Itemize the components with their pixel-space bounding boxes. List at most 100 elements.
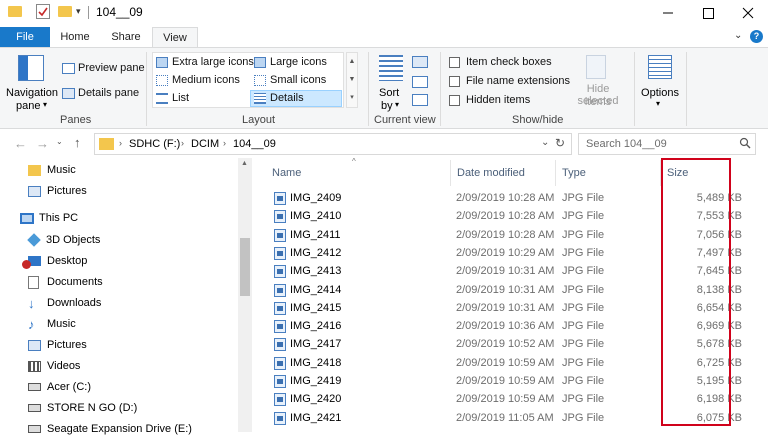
- back-icon[interactable]: ←: [14, 136, 27, 151]
- nav-item-label: Seagate Expansion Drive (E:): [47, 423, 192, 435]
- properties-icon[interactable]: [36, 4, 50, 19]
- recent-locations-icon[interactable]: ⌄: [56, 137, 63, 146]
- preview-pane-icon: [62, 62, 75, 74]
- nav-item-music-2[interactable]: ♪ Music: [28, 315, 76, 333]
- sort-indicator-icon: ^: [352, 157, 356, 166]
- size-columns-icon[interactable]: [412, 94, 428, 106]
- tab-view[interactable]: View: [152, 27, 198, 49]
- scroll-thumb[interactable]: [240, 238, 250, 296]
- tab-file[interactable]: File: [0, 27, 50, 48]
- file-type: JPG File: [562, 246, 605, 259]
- file-name: IMG_2412: [290, 246, 342, 259]
- layout-list[interactable]: List: [156, 92, 189, 104]
- hidden-items-checkbox[interactable]: [449, 95, 460, 106]
- extra-large-icons-label: Extra large icons: [172, 56, 254, 68]
- file-type: JPG File: [562, 210, 605, 223]
- layout-details[interactable]: Details: [250, 90, 342, 107]
- file-name-extensions-checkbox[interactable]: [449, 76, 460, 87]
- customize-toolbar-icon[interactable]: ▾: [76, 6, 81, 17]
- nav-item-music[interactable]: Music: [28, 161, 76, 179]
- refresh-icon[interactable]: ↻: [555, 136, 565, 150]
- window-title: 104__09: [96, 5, 143, 19]
- details-pane-icon: [62, 87, 75, 99]
- layout-small-icons[interactable]: Small icons: [254, 74, 326, 86]
- file-name: IMG_2413: [290, 265, 342, 278]
- group-by-icon[interactable]: [412, 56, 428, 68]
- file-date: 2/09/2019 10:28 AM: [456, 192, 555, 204]
- preview-pane-label: Preview pane: [78, 62, 145, 74]
- layout-large-icons[interactable]: Large icons: [254, 56, 327, 68]
- nav-item-this-pc[interactable]: This PC: [20, 209, 78, 227]
- list-label: List: [172, 92, 190, 104]
- nav-item-pictures-2[interactable]: Pictures: [28, 336, 87, 354]
- jpg-file-icon: [274, 228, 286, 242]
- nav-item-seagate-e[interactable]: Seagate Expansion Drive (E:): [28, 420, 192, 438]
- 3d-objects-icon: [27, 233, 41, 247]
- nav-item-3d-objects[interactable]: 3D Objects: [27, 231, 100, 249]
- up-icon[interactable]: ↑: [74, 135, 81, 150]
- hide-selected-items-button[interactable]: Hide selected items: [564, 53, 630, 109]
- chevron-down-icon[interactable]: ⌄: [541, 137, 549, 148]
- tab-share[interactable]: Share: [102, 27, 150, 48]
- column-divider: [555, 160, 556, 186]
- jpg-file-icon: [274, 320, 286, 334]
- nav-item-videos[interactable]: Videos: [28, 357, 80, 375]
- nav-item-downloads[interactable]: ↓ Downloads: [28, 294, 101, 312]
- nav-item-label: Videos: [47, 360, 81, 372]
- forward-icon[interactable]: →: [36, 136, 49, 151]
- layout-scroll[interactable]: ▲ ▼ ▾: [346, 52, 358, 108]
- file-date: 2/09/2019 11:05 AM: [456, 411, 554, 424]
- hidden-items-label: Hidden items: [466, 94, 531, 106]
- breadcrumb-current[interactable]: 104__09: [233, 138, 276, 150]
- sort-by-button[interactable]: Sort by ▾: [376, 53, 406, 112]
- nav-scrollbar[interactable]: ▲: [238, 158, 252, 432]
- details-label: Details: [270, 92, 304, 104]
- search-icon: [739, 137, 751, 152]
- small-icons-label: Small icons: [270, 74, 327, 86]
- details-icon: [254, 92, 266, 104]
- nav-item-documents[interactable]: Documents: [28, 273, 103, 291]
- breadcrumb-drive[interactable]: SDHC (F:): [129, 138, 180, 150]
- layout-medium-icons[interactable]: Medium icons: [156, 74, 240, 86]
- hide-selected-items-label-2: items: [584, 96, 612, 108]
- navigation-pane-button[interactable]: Navigation pane ▾: [4, 53, 58, 112]
- file-name-extensions-label: File name extensions: [466, 75, 570, 87]
- jpg-file-icon: [274, 356, 286, 370]
- item-check-boxes-checkbox[interactable]: [449, 57, 460, 68]
- help-icon[interactable]: ?: [750, 30, 763, 43]
- nav-item-store-n-go-d[interactable]: STORE N GO (D:): [28, 399, 137, 417]
- nav-item-pictures[interactable]: Pictures: [28, 182, 87, 200]
- search-input[interactable]: Search 104__09: [578, 133, 756, 155]
- nav-item-desktop[interactable]: Desktop: [22, 252, 87, 270]
- maximize-icon[interactable]: [688, 0, 728, 26]
- scroll-up-icon[interactable]: ▲: [241, 160, 248, 167]
- address-bar[interactable]: › SDHC (F:) › DCIM › 104__09 ⌄ ↻: [94, 133, 572, 155]
- divider: [440, 52, 441, 126]
- options-button[interactable]: Options ▾: [638, 53, 682, 111]
- search-placeholder: Search 104__09: [586, 138, 667, 150]
- divider: [146, 52, 147, 126]
- new-folder-icon[interactable]: [58, 6, 72, 17]
- divider: [368, 52, 369, 126]
- file-date: 2/09/2019 10:31 AM: [456, 283, 555, 296]
- file-name: IMG_2419: [290, 375, 342, 387]
- sort-icon: [379, 55, 403, 81]
- details-pane-button[interactable]: Details pane: [62, 87, 139, 99]
- file-type: JPG File: [562, 283, 605, 296]
- close-icon[interactable]: [728, 0, 768, 26]
- nav-item-acer-c[interactable]: Acer (C:): [28, 378, 91, 396]
- column-header-type[interactable]: Type: [562, 164, 586, 182]
- column-header-name[interactable]: Name: [272, 164, 301, 182]
- chevron-down-icon[interactable]: ⌄: [734, 30, 742, 41]
- layout-extra-large-icons[interactable]: Extra large icons: [156, 56, 254, 68]
- nav-item-label: Pictures: [47, 339, 87, 351]
- preview-pane-button[interactable]: Preview pane: [62, 62, 145, 74]
- title-separator: [88, 6, 89, 19]
- error-badge-icon: [22, 259, 31, 269]
- tab-home[interactable]: Home: [52, 27, 98, 48]
- column-header-date[interactable]: Date modified: [457, 164, 525, 182]
- breadcrumb-dcim[interactable]: DCIM: [191, 138, 219, 150]
- jpg-file-icon: [274, 338, 286, 352]
- minimize-icon[interactable]: [648, 0, 688, 26]
- add-columns-icon[interactable]: [412, 76, 428, 88]
